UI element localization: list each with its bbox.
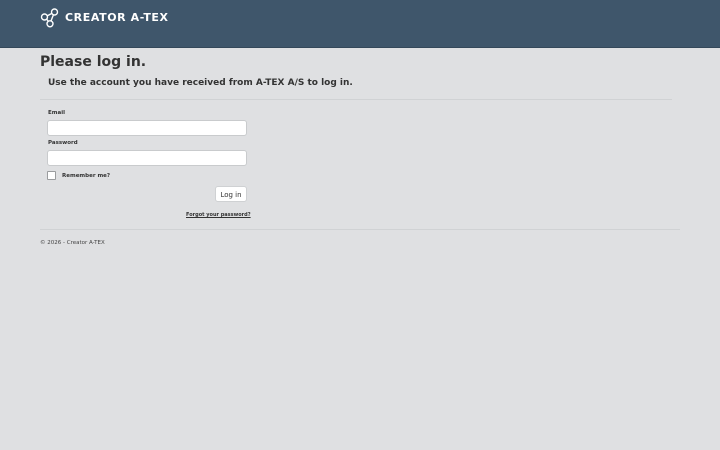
password-label: Password: [48, 140, 78, 146]
log-in-button[interactable]: Log in: [215, 186, 247, 202]
brand-link[interactable]: CREATOR A-TEX: [40, 8, 169, 28]
footer-copyright: © 2026 - Creator A-TEX: [40, 240, 105, 246]
email-field[interactable]: [47, 120, 247, 136]
divider: [40, 99, 672, 100]
password-field[interactable]: [47, 150, 247, 166]
forgot-password-link[interactable]: Forgot your password?: [186, 212, 251, 218]
email-label: Email: [48, 110, 65, 116]
brand-name: CREATOR A-TEX: [65, 11, 169, 24]
page-subtitle: Use the account you have received from A…: [48, 78, 353, 88]
footer-divider: [40, 229, 680, 230]
page-title: Please log in.: [40, 54, 147, 70]
remember-me-label[interactable]: Remember me?: [62, 173, 110, 179]
remember-me-checkbox[interactable]: [47, 171, 56, 180]
top-navbar: CREATOR A-TEX: [0, 0, 720, 48]
remember-me-row: Remember me?: [47, 171, 110, 180]
share-nodes-icon: [40, 8, 59, 28]
